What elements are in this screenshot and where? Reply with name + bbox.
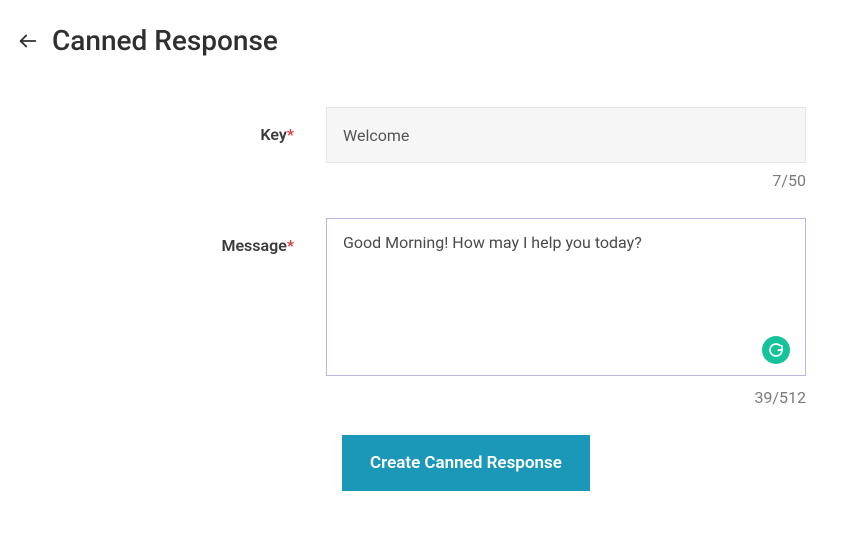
message-textarea-wrap [326,218,806,380]
key-label-wrap: Key* [26,107,326,144]
key-counter: 7/50 [326,171,806,190]
page-title: Canned Response [52,24,278,57]
required-mark: * [287,236,294,255]
back-arrow-icon[interactable] [16,29,40,53]
create-canned-response-button[interactable]: Create Canned Response [342,435,590,491]
message-row: Message* 39/512 [26,218,824,407]
key-field-col: 7/50 [326,107,806,190]
key-label: Key [260,125,286,144]
message-textarea[interactable] [326,218,806,376]
key-input[interactable] [326,107,806,163]
required-mark: * [287,125,294,144]
message-label-wrap: Message* [26,218,326,255]
canned-response-form: Key* 7/50 Message* [16,107,824,491]
message-field-col: 39/512 [326,218,806,407]
message-counter: 39/512 [326,388,806,407]
grammarly-icon[interactable] [762,336,790,364]
submit-row: Create Canned Response [26,435,824,491]
page-header: Canned Response [16,24,824,57]
key-row: Key* 7/50 [26,107,824,190]
message-label: Message [221,236,286,255]
